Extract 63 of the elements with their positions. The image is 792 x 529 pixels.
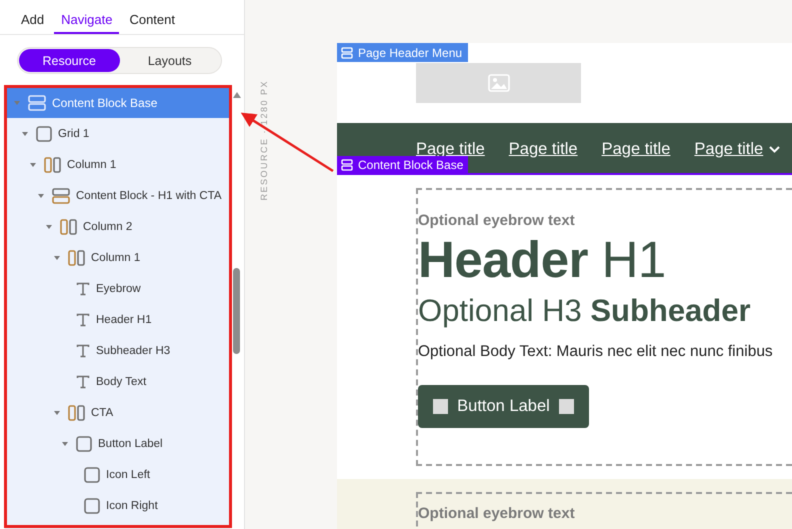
segment-button[interactable]: Resource xyxy=(19,49,120,72)
panel-tab[interactable]: Navigate xyxy=(54,12,120,34)
section-icon xyxy=(52,188,70,204)
segment-button[interactable]: Layouts xyxy=(120,49,220,72)
text-icon xyxy=(76,344,90,358)
caret-icon[interactable] xyxy=(38,194,44,198)
columns-icon xyxy=(68,250,85,266)
tag-label: Content Block Base xyxy=(358,158,464,172)
section-icon xyxy=(341,158,353,170)
body-text: Optional Body Text: Mauris nec elit nec nunc finibus xyxy=(418,342,774,361)
nav-link[interactable]: Page title xyxy=(602,140,670,158)
square-icon xyxy=(84,498,100,514)
square-icon xyxy=(84,466,100,482)
tree-item[interactable]: Column 1 xyxy=(5,149,230,180)
canvas-width-label: RESOURCE · 1280 PX xyxy=(259,80,269,201)
placeholder-icon xyxy=(433,398,448,414)
columns-icon xyxy=(60,218,77,234)
tree-item[interactable]: Content Block - H1 with CTA xyxy=(5,180,230,211)
tag-label: Page Header Menu xyxy=(358,46,462,60)
tree-item[interactable]: Icon Left xyxy=(5,459,230,490)
tree-item[interactable]: Eyebrow xyxy=(5,273,230,304)
tree-item[interactable]: Column 1 xyxy=(5,242,230,273)
tree-item[interactable]: Header H1 xyxy=(5,304,230,335)
caret-icon[interactable] xyxy=(54,410,60,414)
text-icon xyxy=(76,374,90,388)
caret-icon[interactable] xyxy=(22,132,28,136)
section-icon xyxy=(341,46,353,58)
nav-link[interactable]: Page title xyxy=(416,140,485,158)
panel-tab[interactable]: Content xyxy=(122,12,182,34)
panel-tab[interactable]: Add xyxy=(14,12,52,34)
tree-item[interactable]: Button Label xyxy=(5,428,230,459)
tree-item[interactable]: CTA xyxy=(5,397,230,428)
caret-icon[interactable] xyxy=(30,162,36,166)
caret-icon[interactable] xyxy=(62,442,68,446)
placeholder-icon xyxy=(558,398,574,414)
component-tag[interactable]: Page Header Menu xyxy=(337,43,468,62)
heading: Header H1 xyxy=(418,231,667,290)
tree-item[interactable]: Column 2 xyxy=(5,211,230,242)
eyebrow-text: Optional eyebrow text xyxy=(418,212,576,229)
tree-item[interactable]: Subheader H3 xyxy=(5,335,230,366)
tree-item[interactable]: Content Block Base xyxy=(5,87,230,118)
caret-icon[interactable] xyxy=(54,256,60,260)
image-icon xyxy=(488,74,510,92)
columns-icon xyxy=(68,404,85,420)
text-icon xyxy=(76,282,90,296)
eyebrow-text: Optional eyebrow text xyxy=(418,505,576,522)
tree-item[interactable]: Icon Right xyxy=(5,490,230,521)
tree-item[interactable]: Grid 1 xyxy=(5,118,230,149)
cta-button[interactable]: Button Label xyxy=(418,384,589,428)
square-icon xyxy=(76,436,92,452)
tree-item[interactable]: Body Text xyxy=(5,366,230,397)
section-icon xyxy=(28,94,46,110)
subheading: Optional H3 Subheader xyxy=(418,292,752,329)
scroll-up-icon[interactable] xyxy=(233,92,241,98)
text-icon xyxy=(76,312,90,326)
scrollbar-thumb[interactable] xyxy=(233,268,240,354)
chevron-down-icon xyxy=(769,146,780,152)
columns-icon xyxy=(44,156,61,172)
nav-link[interactable]: Page title xyxy=(508,140,578,158)
nav-link[interactable]: Page title xyxy=(694,140,780,158)
component-tag[interactable]: Content Block Base xyxy=(337,156,468,173)
caret-icon[interactable] xyxy=(46,224,52,228)
square-icon xyxy=(36,126,52,142)
